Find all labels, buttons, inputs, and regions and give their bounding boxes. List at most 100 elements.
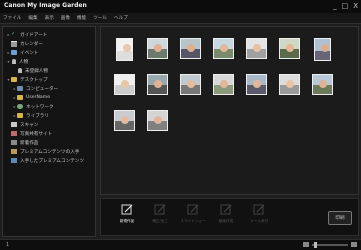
sidebar-item[interactable]: プレミアムコンテンツの入手 [3, 147, 95, 156]
view-mode-icon[interactable] [303, 242, 309, 247]
sidebar-item-label: コンピューター [26, 86, 59, 92]
image-grid-area [100, 26, 359, 195]
photo-image [114, 74, 135, 95]
zoom-slider-knob[interactable] [314, 241, 317, 248]
person-icon [18, 68, 22, 73]
photo-thumbnail[interactable] [144, 107, 171, 136]
sidebar-item-label: ライブラリ [26, 113, 49, 119]
photo-image [180, 38, 201, 59]
network-icon [17, 104, 23, 109]
photo-thumbnail[interactable] [210, 35, 237, 64]
download-icon [11, 158, 17, 163]
photo-image [314, 38, 331, 61]
menu-help[interactable]: ヘルプ [114, 15, 128, 21]
sidebar-item[interactable]: ▸ ライブラリ [3, 111, 95, 120]
sidebar-item-label: ガイドアート [20, 32, 48, 38]
sidebar-item[interactable]: ▾ デスクトップ [3, 75, 95, 84]
movie-icon [220, 204, 232, 215]
maximize-button[interactable]: □ [342, 1, 349, 11]
menu-tools[interactable]: ツール [93, 15, 107, 21]
sidebar-item-label: スキャン [20, 122, 39, 128]
menu-image[interactable]: 画像 [61, 15, 70, 21]
photo-thumbnail[interactable] [309, 71, 336, 100]
minimize-button[interactable]: _ [333, 1, 337, 11]
slideshow-icon [187, 204, 199, 215]
photo-thumbnail[interactable] [243, 71, 270, 100]
photo-foreground [117, 50, 132, 60]
app-window: Canon My Image Garden _ □ X ファイル 編集 表示 画… [0, 0, 361, 250]
photo-image [147, 38, 168, 59]
tool-label: 新規作品 [119, 219, 135, 223]
photo-image [114, 110, 135, 131]
menu-file[interactable]: ファイル [3, 15, 21, 21]
photo-thumbnail[interactable] [111, 107, 138, 136]
photo-subject [121, 80, 129, 88]
expand-arrow-icon[interactable]: ▾ [6, 59, 11, 64]
sidebar-item[interactable]: スキャン [3, 120, 95, 129]
photo-thumbnail[interactable] [144, 35, 171, 64]
sidebar-item-label: UserName [26, 95, 51, 100]
mail-button[interactable]: メール添付 [245, 203, 273, 233]
photo-thumbnail[interactable] [177, 35, 204, 64]
window-title: Canon My Image Garden [4, 2, 87, 9]
photo-image [213, 38, 234, 59]
sidebar-item[interactable]: カレンダー [3, 39, 95, 48]
sidebar-item[interactable]: ▾ 人物 [3, 57, 95, 66]
status-marker: 1 [6, 242, 10, 248]
sidebar-item[interactable]: ▸ ネットワーク [3, 102, 95, 111]
sidebar-item[interactable]: ▸ ✓ ガイドアート [3, 30, 95, 39]
new-work-button[interactable]: 新規作品 [113, 203, 141, 233]
photo-foreground [315, 50, 330, 60]
photo-thumbnail[interactable] [177, 71, 204, 100]
sidebar-item[interactable]: ▸ UserName [3, 93, 95, 102]
photo-image [180, 74, 201, 95]
photo-subject [319, 80, 327, 88]
photo-thumbnail[interactable] [111, 35, 138, 64]
thumbnail-grid [111, 35, 336, 142]
menu-function[interactable]: 機能 [77, 15, 86, 21]
photo-thumbnail[interactable] [210, 71, 237, 100]
close-button[interactable]: X [353, 1, 358, 11]
slideshow-button[interactable]: スライドショー [179, 203, 207, 233]
movie-button[interactable]: 動画作成 [212, 203, 240, 233]
pc-icon [17, 86, 23, 91]
sidebar-item[interactable]: 新着作品 [3, 138, 95, 147]
print-button[interactable]: 印刷 [328, 211, 352, 225]
zoom-in-icon[interactable] [351, 242, 357, 247]
mail-icon [253, 204, 265, 215]
sidebar-item-label: 入手したプレミアムコンテンツ [20, 158, 84, 164]
sidebar-item[interactable]: ▸ コンピューター [3, 84, 95, 93]
folder-icon [11, 77, 17, 82]
tool-label: 補正/加工 [152, 219, 168, 223]
correct-edit-button[interactable]: 補正/加工 [146, 203, 174, 233]
photo-subject [154, 116, 162, 124]
photo-thumbnail[interactable] [144, 71, 171, 100]
photo-thumbnail[interactable] [243, 35, 270, 64]
photo-icon [11, 131, 17, 136]
calendar-icon [11, 40, 17, 47]
sidebar-item[interactable]: 未登録人物 [3, 66, 95, 75]
sidebar-item[interactable]: 入手したプレミアムコンテンツ [3, 156, 95, 165]
window-controls: _ □ X [333, 1, 358, 11]
tool-label: 動画作成 [218, 219, 234, 223]
menu-view[interactable]: 表示 [45, 15, 54, 21]
sidebar-item[interactable]: 写真共有サイト [3, 129, 95, 138]
sidebar-item[interactable]: ▸ イベント [3, 48, 95, 57]
photo-image [147, 74, 168, 95]
photo-subject [220, 44, 228, 52]
bottom-toolbar: 印刷 新規作品 補正/加工 スライドショー 動画作成 メール添付 [100, 198, 359, 236]
navigation-sidebar: ▸ ✓ ガイドアート カレンダー ▸ イベント ▾ 人物 未登録人物 ▾ デスクトップ ▸ コンピュータ… [2, 26, 96, 237]
photo-subject [286, 80, 294, 88]
folder-icon [17, 113, 23, 118]
photo-subject [154, 80, 162, 88]
zoom-controls [303, 241, 357, 248]
photo-thumbnail[interactable] [276, 35, 303, 64]
zoom-slider[interactable] [312, 241, 348, 248]
photo-subject [321, 44, 329, 52]
menu-edit[interactable]: 編集 [28, 15, 37, 21]
photo-thumbnail[interactable] [309, 35, 336, 64]
photo-thumbnail[interactable] [111, 71, 138, 100]
photo-thumbnail[interactable] [276, 71, 303, 100]
photo-image [213, 74, 234, 95]
photo-image [116, 38, 133, 61]
